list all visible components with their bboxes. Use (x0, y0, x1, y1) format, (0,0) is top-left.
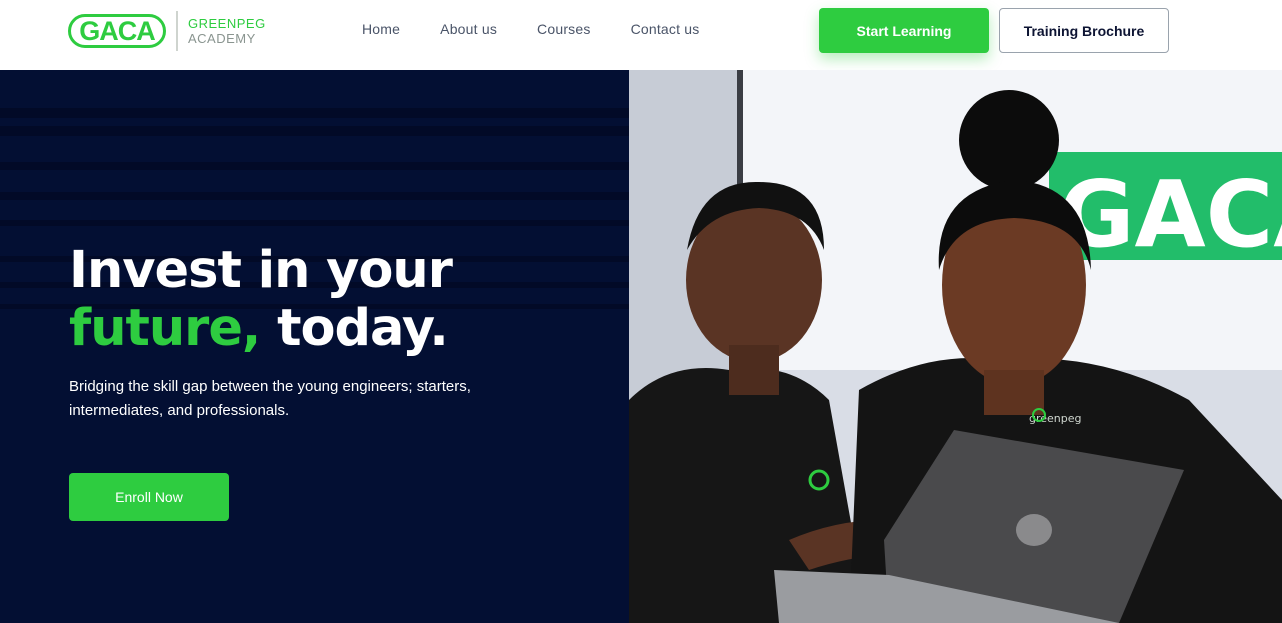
site-logo[interactable]: GACA GREENPEG ACADEMY (68, 11, 266, 51)
main-nav: Home About us Courses Contact us (362, 21, 740, 37)
gaca-sign-text: GACA (1059, 161, 1282, 268)
hero-photo: GACA greenpeg (629, 70, 1282, 623)
background-stripe (0, 220, 629, 226)
training-brochure-button[interactable]: Training Brochure (999, 8, 1169, 53)
logo-line-2: ACADEMY (188, 31, 256, 46)
logo-wordmark: GREENPEG ACADEMY (188, 16, 266, 46)
background-stripe (0, 108, 629, 118)
background-stripe (0, 162, 629, 170)
headline-line-1: Invest in your (69, 241, 453, 300)
start-learning-button[interactable]: Start Learning (819, 8, 989, 53)
background-stripe (0, 192, 629, 200)
nav-about[interactable]: About us (440, 21, 497, 37)
logo-mark: GACA (68, 14, 166, 48)
site-header: GACA GREENPEG ACADEMY Home About us Cour… (0, 0, 1282, 70)
headline-line-2: today. (260, 299, 449, 358)
logo-line-1: GREENPEG (188, 16, 266, 31)
nav-courses[interactable]: Courses (537, 21, 591, 37)
shirt-brand-text: greenpeg (1029, 412, 1082, 425)
logo-divider (176, 11, 178, 51)
laptop-logo-icon (1016, 514, 1052, 546)
background-stripe (0, 126, 629, 136)
hero-headline: Invest in your future, today. (69, 241, 453, 358)
hero-subtitle: Bridging the skill gap between the young… (69, 378, 471, 419)
nav-home[interactable]: Home (362, 21, 400, 37)
headline-accent: future, (69, 299, 261, 358)
nav-contact[interactable]: Contact us (631, 21, 700, 37)
hero-text-panel: Invest in your future, today. Bridging t… (0, 70, 629, 623)
enroll-now-button[interactable]: Enroll Now (69, 473, 229, 521)
